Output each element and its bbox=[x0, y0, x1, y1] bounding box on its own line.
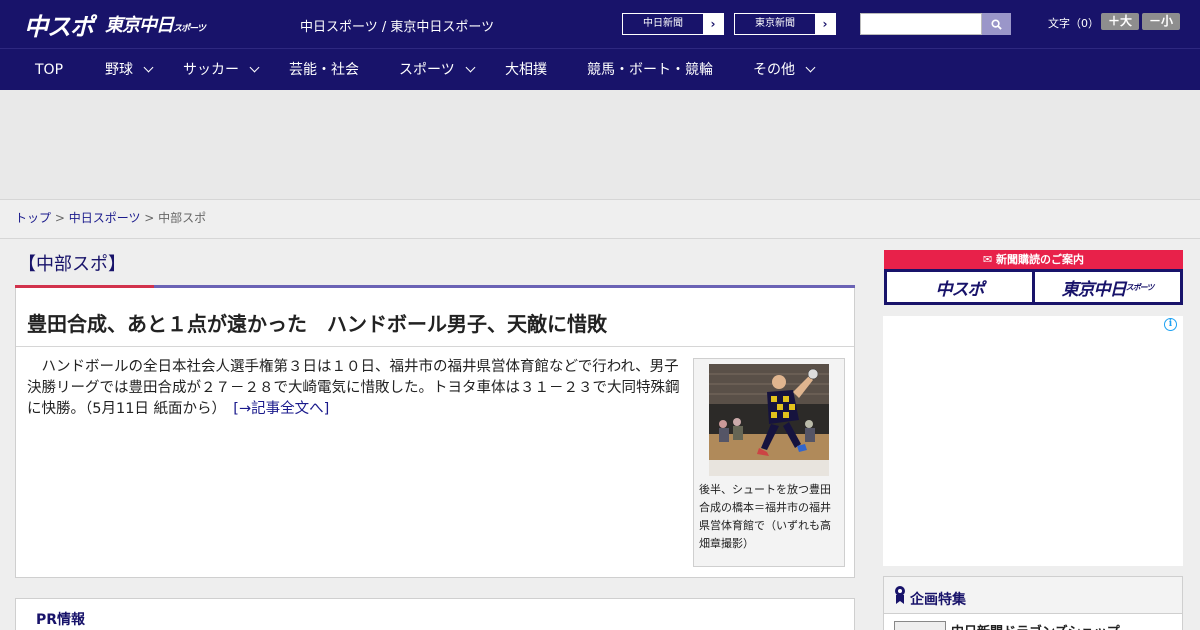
chevron-right-icon: › bbox=[703, 14, 723, 34]
nav-item-label: その他 bbox=[753, 62, 795, 78]
subscription-banner: ✉ 新聞購読のご案内 中スポ 東京中日 スポーツ bbox=[884, 250, 1183, 305]
font-size-label: 文字（0） bbox=[1048, 17, 1099, 30]
chunichi-shimbun-label: 中日新聞 bbox=[643, 18, 683, 29]
nav-item-soccer[interactable]: サッカー bbox=[183, 49, 260, 91]
subscribe-tokyo-chunichi-button[interactable]: 東京中日 スポーツ bbox=[1035, 272, 1180, 302]
logo-chuspo: 中スポ bbox=[24, 12, 94, 41]
search-input[interactable] bbox=[860, 13, 982, 35]
feature-item-thumbnail[interactable] bbox=[894, 621, 946, 630]
search-button[interactable] bbox=[982, 13, 1011, 35]
chevron-down-icon bbox=[805, 62, 816, 73]
site-title: 中日スポーツ / 東京中日スポーツ bbox=[300, 20, 495, 35]
nav-item-label: TOP bbox=[35, 62, 64, 78]
nav-item-other[interactable]: その他 bbox=[753, 49, 816, 91]
breadcrumb-current: 中部スポ bbox=[158, 211, 207, 225]
nav-item-label: 芸能・社会 bbox=[289, 62, 359, 78]
sidebar-ad: i bbox=[883, 316, 1183, 566]
tokyo-shimbun-label: 東京新聞 bbox=[755, 18, 795, 29]
newspaper-icon: ✉ bbox=[982, 253, 997, 266]
nav-item-racing[interactable]: 競馬・ボート・競輪 bbox=[587, 49, 713, 91]
nav-item-label: 野球 bbox=[105, 62, 133, 78]
pr-title: PR情報 bbox=[36, 612, 86, 628]
chevron-down-icon bbox=[465, 62, 476, 73]
breadcrumb-sep: > bbox=[51, 211, 69, 225]
nav-item-entertainment[interactable]: 芸能・社会 bbox=[289, 49, 359, 91]
chunichi-shimbun-link[interactable]: 中日新聞 › bbox=[622, 13, 724, 35]
subscribe-tokyo-chunichi-logo-small: スポーツ bbox=[1125, 282, 1155, 292]
nav-item-label: 大相撲 bbox=[505, 62, 547, 78]
nav-item-label: スポーツ bbox=[399, 62, 455, 78]
chevron-down-icon bbox=[249, 62, 260, 73]
breadcrumb-section[interactable]: 中日スポーツ bbox=[69, 211, 141, 225]
article-card: 豊田合成、あと１点が遠かった ハンドボール男子、天敵に惜敗 ハンドボールの全日本… bbox=[15, 288, 855, 578]
nav-item-top[interactable]: TOP bbox=[35, 49, 63, 91]
subscribe-tokyo-chunichi-logo: 東京中日 bbox=[1061, 279, 1127, 300]
font-increase-button[interactable]: ＋大 bbox=[1101, 13, 1139, 30]
photo-caption: 後半、シュートを放つ豊田合成の橋本＝福井市の福井県営体育館で（いずれも高畑章撮影… bbox=[699, 483, 831, 550]
main-nav: TOP 野球 サッカー 芸能・社会 スポーツ 大相撲 競馬・ボート・競輪 その他 bbox=[0, 48, 1200, 90]
breadcrumb-sep: > bbox=[140, 211, 159, 225]
nav-item-label: 競馬・ボート・競輪 bbox=[587, 62, 713, 78]
article-photo-box: 後半、シュートを放つ豊田合成の橋本＝福井市の福井県営体育館で（いずれも高畑章撮影… bbox=[693, 358, 845, 567]
chevron-right-icon: › bbox=[815, 14, 835, 34]
nav-item-label: サッカー bbox=[183, 62, 239, 78]
feature-header: 企画特集 bbox=[884, 577, 1182, 614]
breadcrumb: トップ > 中日スポーツ > 中部スポ bbox=[0, 200, 1200, 239]
ribbon-icon bbox=[895, 586, 905, 604]
read-more-link[interactable]: [→記事全文へ] bbox=[233, 401, 329, 417]
site-logo[interactable]: 中スポ 東京中日スポーツ bbox=[24, 8, 206, 41]
nav-item-baseball[interactable]: 野球 bbox=[105, 49, 154, 91]
nav-item-sumo[interactable]: 大相撲 bbox=[505, 49, 547, 91]
headline-divider bbox=[16, 346, 854, 347]
subscribe-chuspo-logo: 中スポ bbox=[935, 279, 985, 300]
feature-section: 企画特集 中日新聞ドラゴンズショップ bbox=[883, 576, 1183, 630]
search-icon bbox=[991, 18, 1002, 30]
feature-item-label[interactable]: 中日新聞ドラゴンズショップ bbox=[951, 621, 1120, 630]
breadcrumb-home[interactable]: トップ bbox=[15, 211, 51, 225]
nav-item-sports[interactable]: スポーツ bbox=[399, 49, 476, 91]
subscription-title: 新聞購読のご案内 bbox=[996, 253, 1085, 266]
article-photo[interactable] bbox=[709, 364, 829, 476]
logo-tokyo-chunichi: 東京中日スポーツ bbox=[105, 15, 206, 36]
subscription-header: ✉ 新聞購読のご案内 bbox=[884, 250, 1183, 269]
article-body-text: ハンドボールの全日本社会人選手権第３日は１０日、福井市の福井県営体育館などで行わ… bbox=[27, 359, 680, 417]
font-decrease-button[interactable]: －小 bbox=[1142, 13, 1180, 30]
site-header: 中スポ 東京中日スポーツ 中日スポーツ / 東京中日スポーツ 中日新聞 › 東京… bbox=[0, 0, 1200, 48]
tokyo-shimbun-link[interactable]: 東京新聞 › bbox=[734, 13, 836, 35]
article-headline: 豊田合成、あと１点が遠かった ハンドボール男子、天敵に惜敗 bbox=[27, 312, 607, 336]
chevron-down-icon bbox=[143, 62, 154, 73]
subscribe-chuspo-button[interactable]: 中スポ bbox=[887, 272, 1032, 302]
handball-photo-image bbox=[709, 364, 829, 476]
pr-section: PR情報 bbox=[15, 598, 855, 630]
top-ad-area bbox=[0, 90, 1200, 200]
article-body: ハンドボールの全日本社会人選手権第３日は１０日、福井市の福井県営体育館などで行わ… bbox=[27, 357, 685, 420]
feature-title: 企画特集 bbox=[910, 592, 966, 608]
section-title: 【中部スポ】 bbox=[18, 254, 126, 275]
ad-info-icon[interactable]: i bbox=[1164, 318, 1177, 331]
